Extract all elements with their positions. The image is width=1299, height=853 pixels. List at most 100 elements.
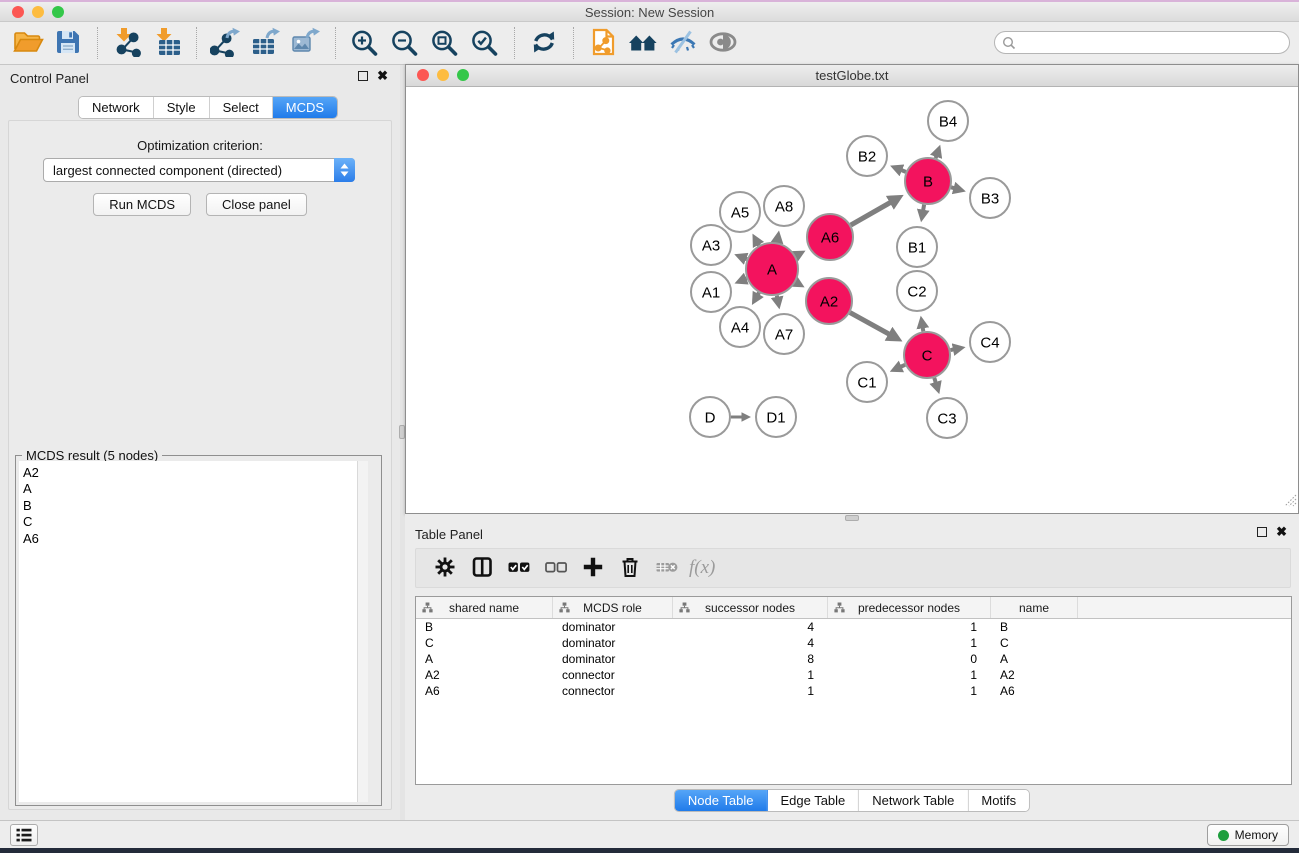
- edge-B-B3[interactable]: [951, 187, 956, 188]
- node-C4[interactable]: [970, 322, 1010, 362]
- mcds-result-item[interactable]: C: [23, 514, 357, 530]
- window-resize-grip[interactable]: [1284, 494, 1297, 512]
- mcds-result-scrollbar[interactable]: [357, 461, 368, 802]
- node-C2[interactable]: [897, 271, 937, 311]
- network-window-titlebar[interactable]: testGlobe.txt: [406, 65, 1298, 87]
- table-row[interactable]: A6connector11A6: [416, 683, 1291, 699]
- tab-edge-table[interactable]: Edge Table: [767, 790, 859, 811]
- edge-C-C2[interactable]: [922, 326, 923, 332]
- horizontal-split-divider[interactable]: [405, 514, 1299, 522]
- tab-motifs[interactable]: Motifs: [968, 790, 1029, 811]
- open-session-button[interactable]: [583, 24, 623, 62]
- node-D1[interactable]: [756, 397, 796, 437]
- table-settings-button[interactable]: [426, 551, 463, 585]
- node-A7[interactable]: [764, 314, 804, 354]
- edge-A6-B[interactable]: [851, 201, 893, 225]
- node-A5[interactable]: [720, 192, 760, 232]
- edge-B-B1[interactable]: [923, 205, 924, 213]
- column-header-name[interactable]: name: [991, 597, 1078, 618]
- export-table-button[interactable]: [246, 24, 286, 62]
- edge-A-A1[interactable]: [744, 279, 747, 280]
- node-C3[interactable]: [927, 398, 967, 438]
- table-close-panel-icon[interactable]: ✖: [1276, 527, 1287, 537]
- home-view-button[interactable]: [623, 24, 663, 62]
- table-float-panel-icon[interactable]: [1257, 527, 1267, 537]
- edge-A2-C[interactable]: [850, 313, 891, 336]
- export-image-button[interactable]: [286, 24, 326, 62]
- import-table-button[interactable]: [147, 24, 187, 62]
- column-header-predecessor-nodes[interactable]: predecessor nodes: [828, 597, 991, 618]
- open-file-button[interactable]: [8, 24, 48, 62]
- node-B4[interactable]: [928, 101, 968, 141]
- columns-view-button[interactable]: [463, 551, 500, 585]
- node-A8[interactable]: [764, 186, 804, 226]
- search-input[interactable]: [1016, 36, 1289, 50]
- criterion-select[interactable]: largest connected component (directed): [43, 158, 355, 182]
- node-A[interactable]: [746, 243, 798, 295]
- node-C[interactable]: [904, 332, 950, 378]
- run-mcds-button[interactable]: Run MCDS: [93, 193, 191, 216]
- table-cell: 1: [673, 684, 828, 698]
- edge-A-A5[interactable]: [757, 243, 759, 246]
- column-header-shared-name[interactable]: shared name: [416, 597, 553, 618]
- node-B1[interactable]: [897, 227, 937, 267]
- memory-button[interactable]: Memory: [1207, 824, 1289, 846]
- hide-graphics-button[interactable]: [663, 24, 703, 62]
- close-panel-button[interactable]: Close panel: [206, 193, 307, 216]
- edge-A-A3[interactable]: [744, 258, 747, 259]
- close-panel-icon[interactable]: ✖: [377, 71, 388, 81]
- edge-A-A7[interactable]: [777, 296, 778, 300]
- mcds-result-item[interactable]: A: [23, 481, 357, 497]
- node-A1[interactable]: [691, 272, 731, 312]
- tab-network-table[interactable]: Network Table: [859, 790, 968, 811]
- horizontal-divider-handle[interactable]: [845, 515, 859, 521]
- tab-node-table[interactable]: Node Table: [675, 790, 768, 811]
- network-canvas[interactable]: B4B2BB3A8A5A6A3B1AA1C2A2A4A7C4CC1DD1C3: [406, 87, 1298, 513]
- tab-select[interactable]: Select: [210, 97, 273, 118]
- mcds-result-item[interactable]: A6: [23, 531, 357, 547]
- table-row[interactable]: A2connector11A2: [416, 667, 1291, 683]
- node-A2[interactable]: [806, 278, 852, 324]
- edge-C-C3[interactable]: [934, 378, 936, 385]
- node-A6[interactable]: [807, 214, 853, 260]
- edge-B-B4[interactable]: [936, 154, 937, 158]
- function-builder-button[interactable]: f(x): [685, 557, 715, 579]
- table-row[interactable]: Adominator80A: [416, 651, 1291, 667]
- column-header-MCDS-role[interactable]: MCDS role: [553, 597, 673, 618]
- import-network-button[interactable]: [107, 24, 147, 62]
- add-column-button[interactable]: [574, 551, 611, 585]
- delete-table-button[interactable]: [648, 551, 685, 585]
- node-D[interactable]: [690, 397, 730, 437]
- node-C1[interactable]: [847, 362, 887, 402]
- tab-network[interactable]: Network: [79, 97, 154, 118]
- zoom-fit-button[interactable]: [425, 24, 465, 62]
- mcds-result-item[interactable]: B: [23, 498, 357, 514]
- deselect-all-checks-button[interactable]: [537, 551, 574, 585]
- edge-C-C1[interactable]: [899, 365, 905, 368]
- mcds-result-item[interactable]: A2: [23, 465, 357, 481]
- export-network-button[interactable]: [206, 24, 246, 62]
- delete-column-button[interactable]: [611, 551, 648, 585]
- tab-mcds[interactable]: MCDS: [273, 97, 337, 118]
- zoom-selected-button[interactable]: [465, 24, 505, 62]
- node-A4[interactable]: [720, 307, 760, 347]
- node-B[interactable]: [905, 158, 951, 204]
- tab-style[interactable]: Style: [154, 97, 210, 118]
- edge-B-B2[interactable]: [900, 169, 906, 172]
- edge-A-A4[interactable]: [757, 293, 759, 297]
- node-B3[interactable]: [970, 178, 1010, 218]
- table-row[interactable]: Bdominator41B: [416, 619, 1291, 635]
- column-header-successor-nodes[interactable]: successor nodes: [673, 597, 828, 618]
- float-panel-icon[interactable]: [358, 71, 368, 81]
- refresh-view-button[interactable]: [524, 24, 564, 62]
- edge-C-C4[interactable]: [951, 349, 956, 350]
- zoom-in-button[interactable]: [345, 24, 385, 62]
- task-history-button[interactable]: [10, 824, 38, 846]
- node-B2[interactable]: [847, 136, 887, 176]
- save-session-button[interactable]: [48, 24, 88, 62]
- node-A3[interactable]: [691, 225, 731, 265]
- show-graphics-button[interactable]: [703, 24, 743, 62]
- zoom-out-button[interactable]: [385, 24, 425, 62]
- select-all-checks-button[interactable]: [500, 551, 537, 585]
- table-row[interactable]: Cdominator41C: [416, 635, 1291, 651]
